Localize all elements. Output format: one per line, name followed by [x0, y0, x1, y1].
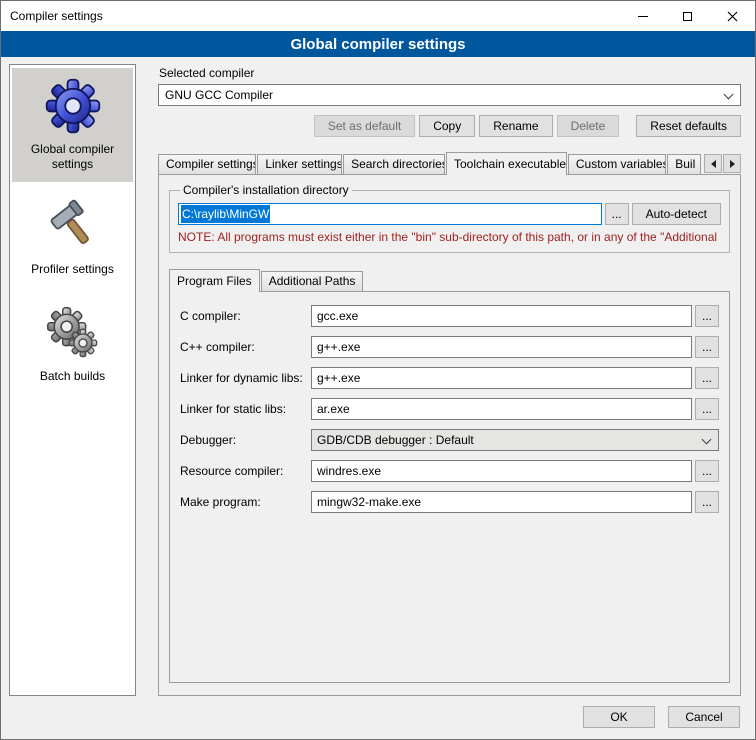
linker-dynamic-label: Linker for dynamic libs:: [180, 371, 308, 385]
c-compiler-value: gcc.exe: [317, 309, 358, 323]
make-program-input[interactable]: mingw32-make.exe: [311, 491, 692, 513]
selected-text: C:\raylib\MinGW: [181, 205, 270, 223]
delete-button[interactable]: Delete: [557, 115, 620, 137]
tab-scroll-controls: [704, 154, 741, 173]
tab-custom-variables[interactable]: Custom variables: [568, 154, 666, 174]
main-panel: Selected compiler GNU GCC Compiler Set a…: [146, 64, 747, 696]
chevron-down-icon: [724, 90, 734, 100]
close-button[interactable]: [710, 1, 755, 31]
ok-button[interactable]: OK: [583, 706, 655, 728]
tab-toolchain-executables[interactable]: Toolchain executables: [446, 152, 567, 175]
triangle-left-icon: [707, 160, 716, 168]
cancel-button[interactable]: Cancel: [668, 706, 740, 728]
close-icon: [727, 11, 738, 22]
auto-detect-button[interactable]: Auto-detect: [632, 203, 721, 225]
copy-button[interactable]: Copy: [419, 115, 475, 137]
field-row-c-compiler: C compiler: gcc.exe ...: [180, 305, 719, 327]
c-compiler-input[interactable]: gcc.exe: [311, 305, 692, 327]
debugger-dropdown[interactable]: GDB/CDB debugger : Default: [311, 429, 719, 451]
hammer-icon: [45, 199, 101, 255]
resource-compiler-value: windres.exe: [317, 464, 381, 478]
subtab-strip: Program Files Additional Paths: [169, 268, 730, 291]
c-compiler-label: C compiler:: [180, 309, 308, 323]
selected-compiler-value: GNU GCC Compiler: [165, 88, 273, 102]
sidebar-item-batch-builds[interactable]: Batch builds: [12, 295, 133, 394]
sidebar-item-label: Batch builds: [40, 369, 105, 384]
tab-scroll-left-button[interactable]: [704, 154, 722, 173]
minimize-icon: [638, 16, 648, 17]
program-files-panel: C compiler: gcc.exe ... C++ compiler: g+…: [169, 291, 730, 683]
resource-compiler-browse-button[interactable]: ...: [695, 460, 719, 482]
debugger-label: Debugger:: [180, 433, 308, 447]
field-row-resource-compiler: Resource compiler: windres.exe ...: [180, 460, 719, 482]
make-program-value: mingw32-make.exe: [317, 495, 421, 509]
tab-compiler-settings[interactable]: Compiler settings: [158, 154, 256, 174]
tab-search-directories[interactable]: Search directories: [343, 154, 445, 174]
set-as-default-button[interactable]: Set as default: [314, 115, 415, 137]
linker-static-value: ar.exe: [317, 402, 350, 416]
directory-browse-button[interactable]: ...: [605, 203, 629, 225]
triangle-right-icon: [730, 160, 739, 168]
debugger-value: GDB/CDB debugger : Default: [317, 433, 474, 447]
tab-scroll-right-button[interactable]: [723, 154, 741, 173]
field-row-cpp-compiler: C++ compiler: g++.exe ...: [180, 336, 719, 358]
field-row-make-program: Make program: mingw32-make.exe ...: [180, 491, 719, 513]
resource-compiler-input[interactable]: windres.exe: [311, 460, 692, 482]
c-compiler-browse-button[interactable]: ...: [695, 305, 719, 327]
make-program-label: Make program:: [180, 495, 308, 509]
subtab-program-files[interactable]: Program Files: [169, 269, 260, 292]
installation-directory-input[interactable]: C:\raylib\MinGW: [178, 203, 602, 225]
compiler-settings-dialog: Compiler settings Global compiler settin…: [0, 0, 756, 740]
linker-static-label: Linker for static libs:: [180, 402, 308, 416]
linker-dynamic-input[interactable]: g++.exe: [311, 367, 692, 389]
gear-blue-icon: [44, 77, 102, 135]
installation-directory-label: Compiler's installation directory: [180, 183, 352, 197]
linker-static-browse-button[interactable]: ...: [695, 398, 719, 420]
tab-linker-settings[interactable]: Linker settings: [257, 154, 342, 174]
linker-static-input[interactable]: ar.exe: [311, 398, 692, 420]
dialog-body: Global compiler settings Profiler settin…: [1, 57, 755, 701]
rename-button[interactable]: Rename: [479, 115, 552, 137]
page-title: Global compiler settings: [1, 31, 755, 57]
sidebar-item-label: Profiler settings: [31, 262, 114, 277]
tab-build-options-clipped[interactable]: Buil: [667, 154, 701, 174]
cpp-compiler-browse-button[interactable]: ...: [695, 336, 719, 358]
sidebar-item-profiler-settings[interactable]: Profiler settings: [12, 190, 133, 287]
installation-directory-group: Compiler's installation directory C:\ray…: [169, 183, 730, 253]
cpp-compiler-input[interactable]: g++.exe: [311, 336, 692, 358]
make-program-browse-button[interactable]: ...: [695, 491, 719, 513]
toolchain-executables-panel: Compiler's installation directory C:\ray…: [158, 174, 741, 696]
gear-gray-icon: [44, 304, 102, 362]
directory-note: NOTE: All programs must exist either in …: [178, 230, 721, 244]
field-row-linker-static: Linker for static libs: ar.exe ...: [180, 398, 719, 420]
resource-compiler-label: Resource compiler:: [180, 464, 308, 478]
cpp-compiler-label: C++ compiler:: [180, 340, 308, 354]
linker-dynamic-value: g++.exe: [317, 371, 360, 385]
cpp-compiler-value: g++.exe: [317, 340, 360, 354]
dialog-footer: OK Cancel: [1, 701, 755, 739]
reset-defaults-button[interactable]: Reset defaults: [636, 115, 741, 137]
maximize-icon: [683, 12, 692, 21]
linker-dynamic-browse-button[interactable]: ...: [695, 367, 719, 389]
chevron-down-icon: [702, 435, 712, 445]
field-row-linker-dynamic: Linker for dynamic libs: g++.exe ...: [180, 367, 719, 389]
minimize-button[interactable]: [620, 1, 665, 31]
sidebar-item-label: Global compiler settings: [15, 142, 130, 172]
selected-compiler-dropdown[interactable]: GNU GCC Compiler: [158, 84, 741, 106]
settings-sidebar: Global compiler settings Profiler settin…: [9, 64, 136, 696]
subtab-additional-paths[interactable]: Additional Paths: [261, 271, 364, 291]
installation-directory-row: C:\raylib\MinGW ... Auto-detect: [178, 203, 721, 225]
sidebar-item-global-compiler-settings[interactable]: Global compiler settings: [12, 68, 133, 182]
tab-strip: Compiler settings Linker settings Search…: [158, 151, 741, 174]
selected-compiler-label: Selected compiler: [159, 66, 741, 80]
titlebar: Compiler settings: [1, 1, 755, 31]
window-title: Compiler settings: [1, 1, 620, 31]
field-row-debugger: Debugger: GDB/CDB debugger : Default: [180, 429, 719, 451]
maximize-button[interactable]: [665, 1, 710, 31]
compiler-actions: Set as default Copy Rename Delete Reset …: [158, 115, 741, 137]
